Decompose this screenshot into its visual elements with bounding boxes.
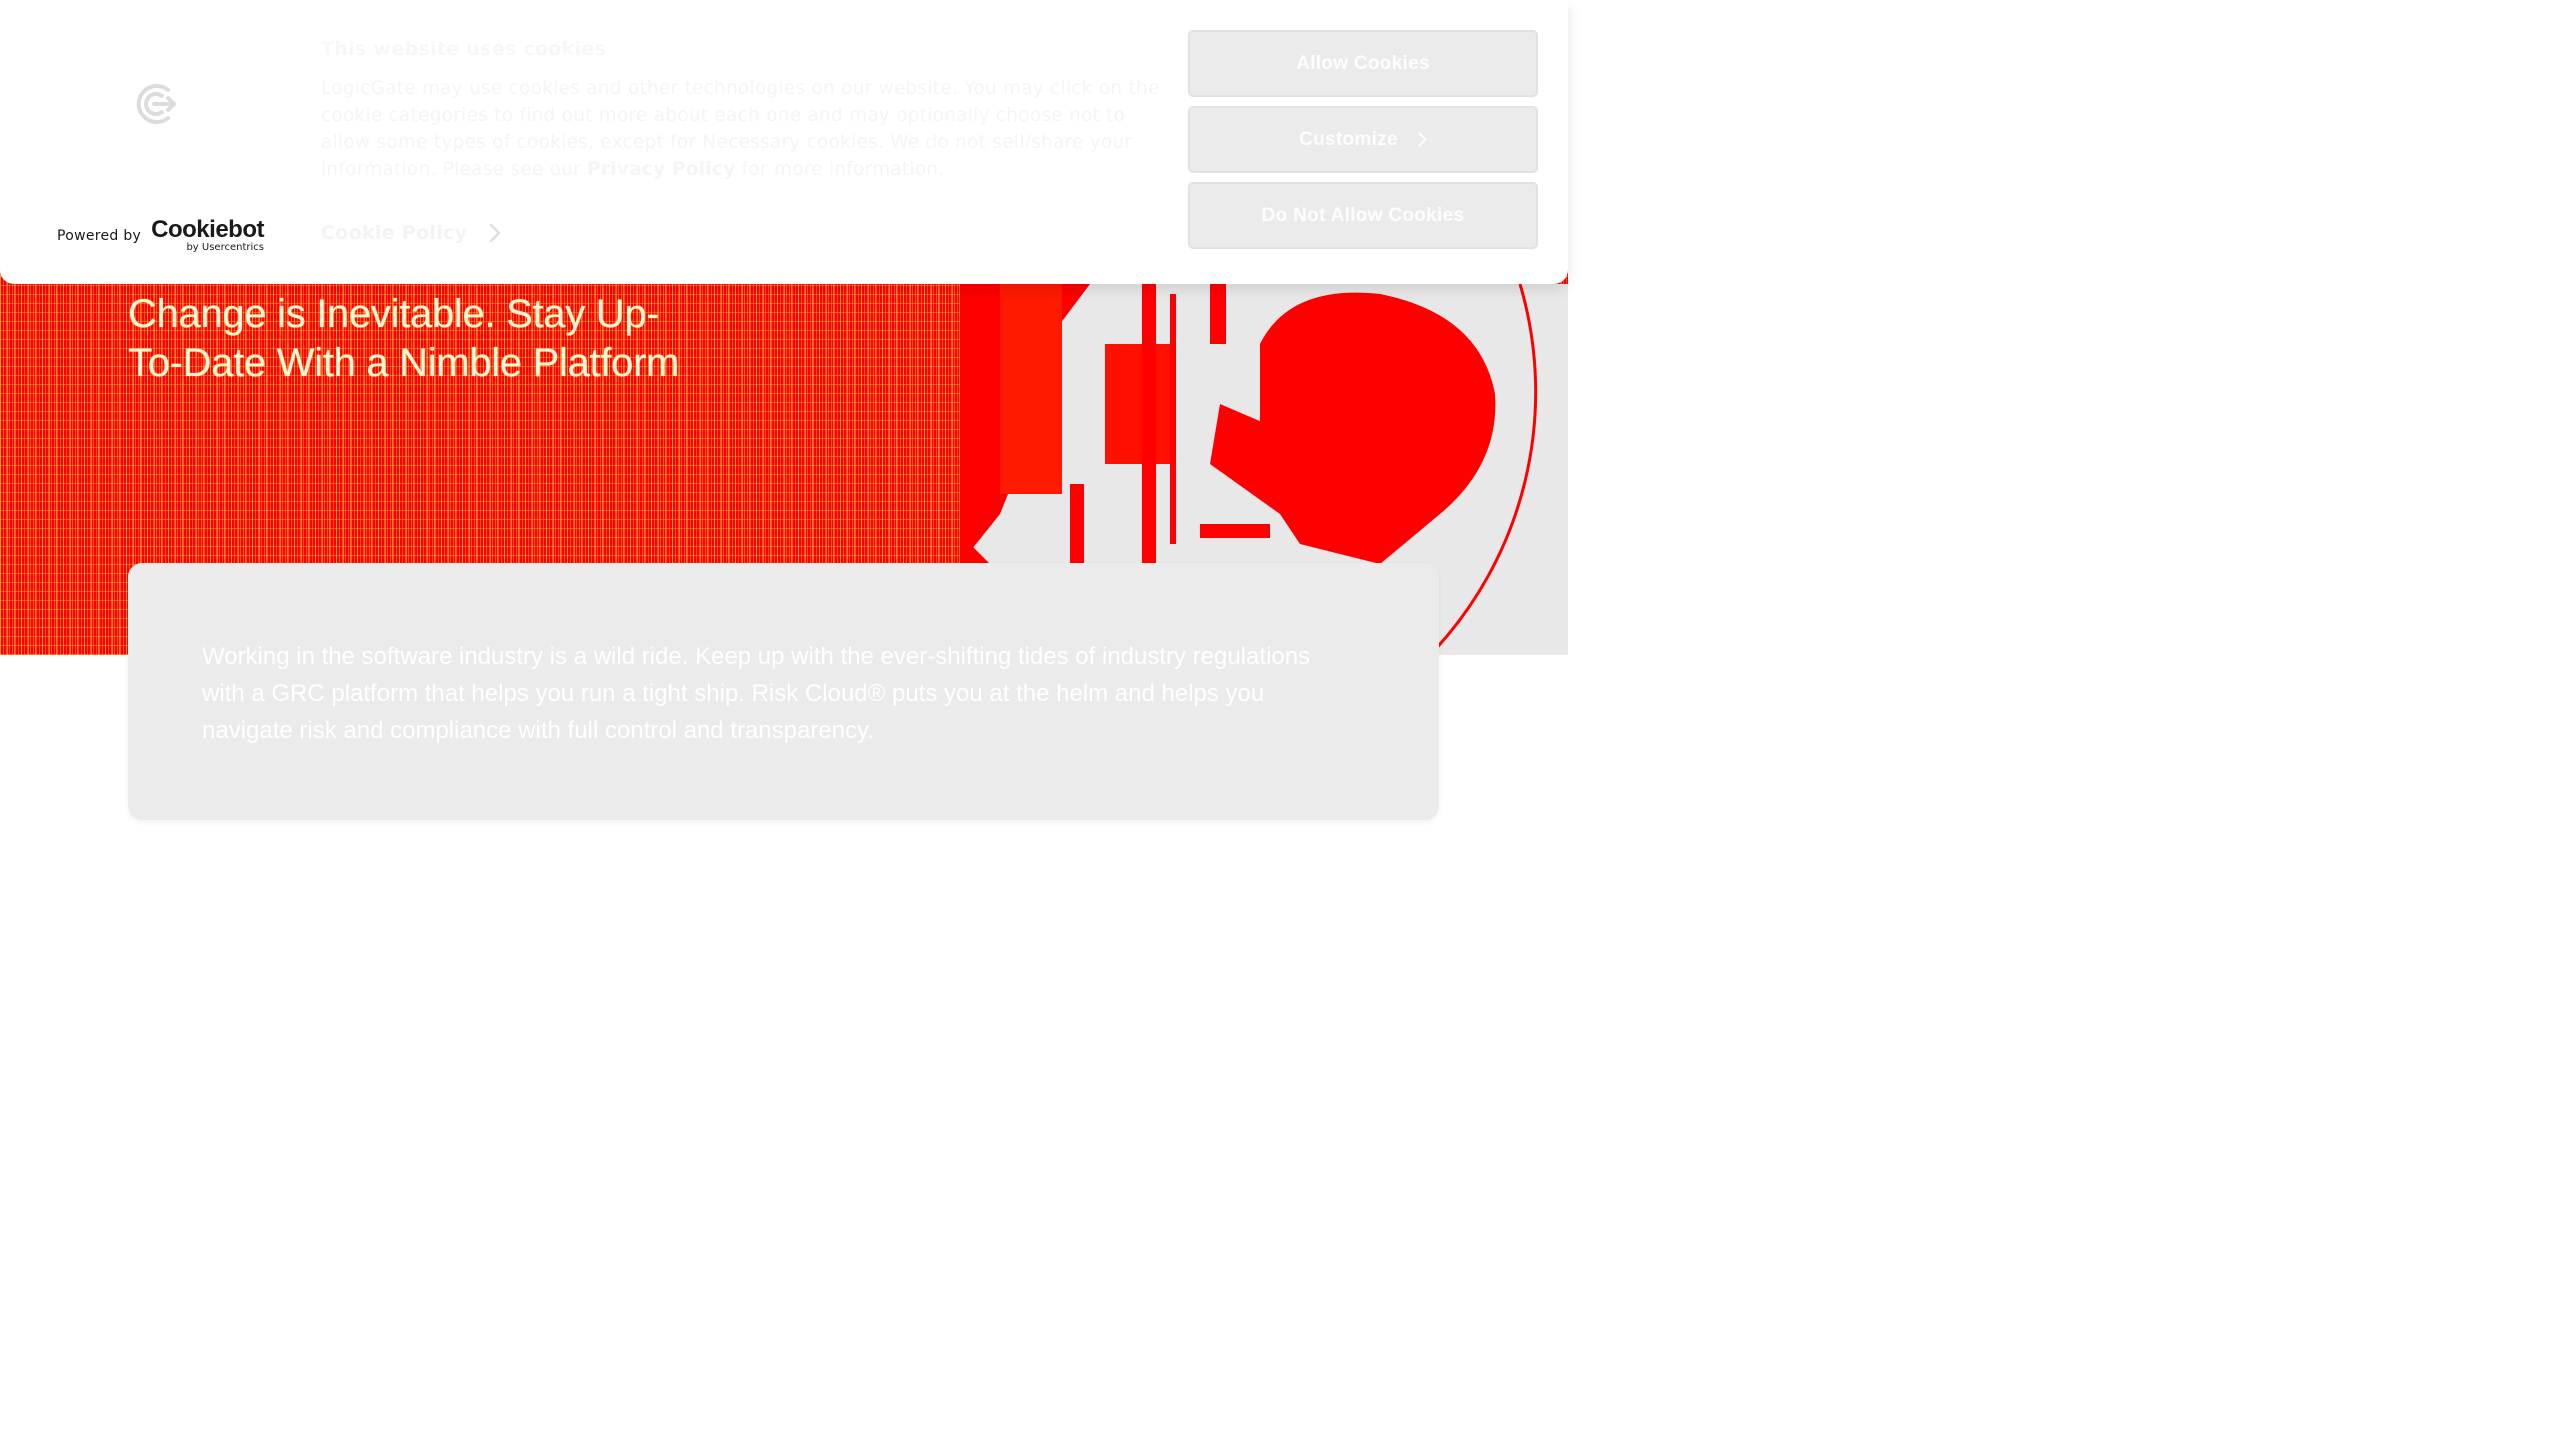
intro-card: Working in the software industry is a wi… — [128, 563, 1439, 820]
cookiebot-logo: Cookiebot by Usercentrics — [151, 218, 264, 253]
powered-by-label: Powered by — [57, 228, 142, 244]
cookie-policy-label: Cookie Policy — [321, 222, 468, 244]
deny-cookies-label: Do Not Allow Cookies — [1261, 204, 1465, 226]
cookie-banner-body: LogicGate may use cookies and other tech… — [321, 75, 1161, 183]
chevron-right-icon — [490, 223, 501, 243]
allow-cookies-button[interactable]: Allow Cookies — [1188, 30, 1538, 97]
cookiebot-wordmark: Cookiebot — [151, 216, 264, 243]
logicgate-logo-icon — [136, 84, 176, 124]
hero-title-line-1: Change is Inevitable. Stay Up- — [128, 292, 660, 336]
cookiebot-byline: by Usercentrics — [186, 242, 264, 253]
cookie-body-suffix: for more information. — [735, 159, 945, 180]
intro-text: Working in the software industry is a wi… — [202, 643, 1311, 744]
hero-title: Change is Inevitable. Stay Up- To-Date W… — [128, 290, 778, 388]
customize-cookies-button[interactable]: Customize — [1188, 106, 1538, 173]
hero-title-line-2: To-Date With a Nimble Platform — [128, 341, 680, 385]
cookie-consent-banner: Powered by Cookiebot by Usercentrics Thi… — [0, 0, 1568, 284]
cookie-policy-link[interactable]: Cookie Policy — [321, 222, 501, 244]
privacy-policy-link[interactable]: Privacy Policy — [587, 159, 735, 180]
chevron-right-icon — [1418, 132, 1427, 147]
allow-cookies-label: Allow Cookies — [1296, 52, 1430, 74]
powered-by-cookiebot[interactable]: Powered by Cookiebot by Usercentrics — [57, 218, 264, 253]
cookie-banner-title: This website uses cookies — [321, 38, 607, 60]
deny-cookies-button[interactable]: Do Not Allow Cookies — [1188, 182, 1538, 249]
customize-label: Customize — [1299, 128, 1398, 150]
